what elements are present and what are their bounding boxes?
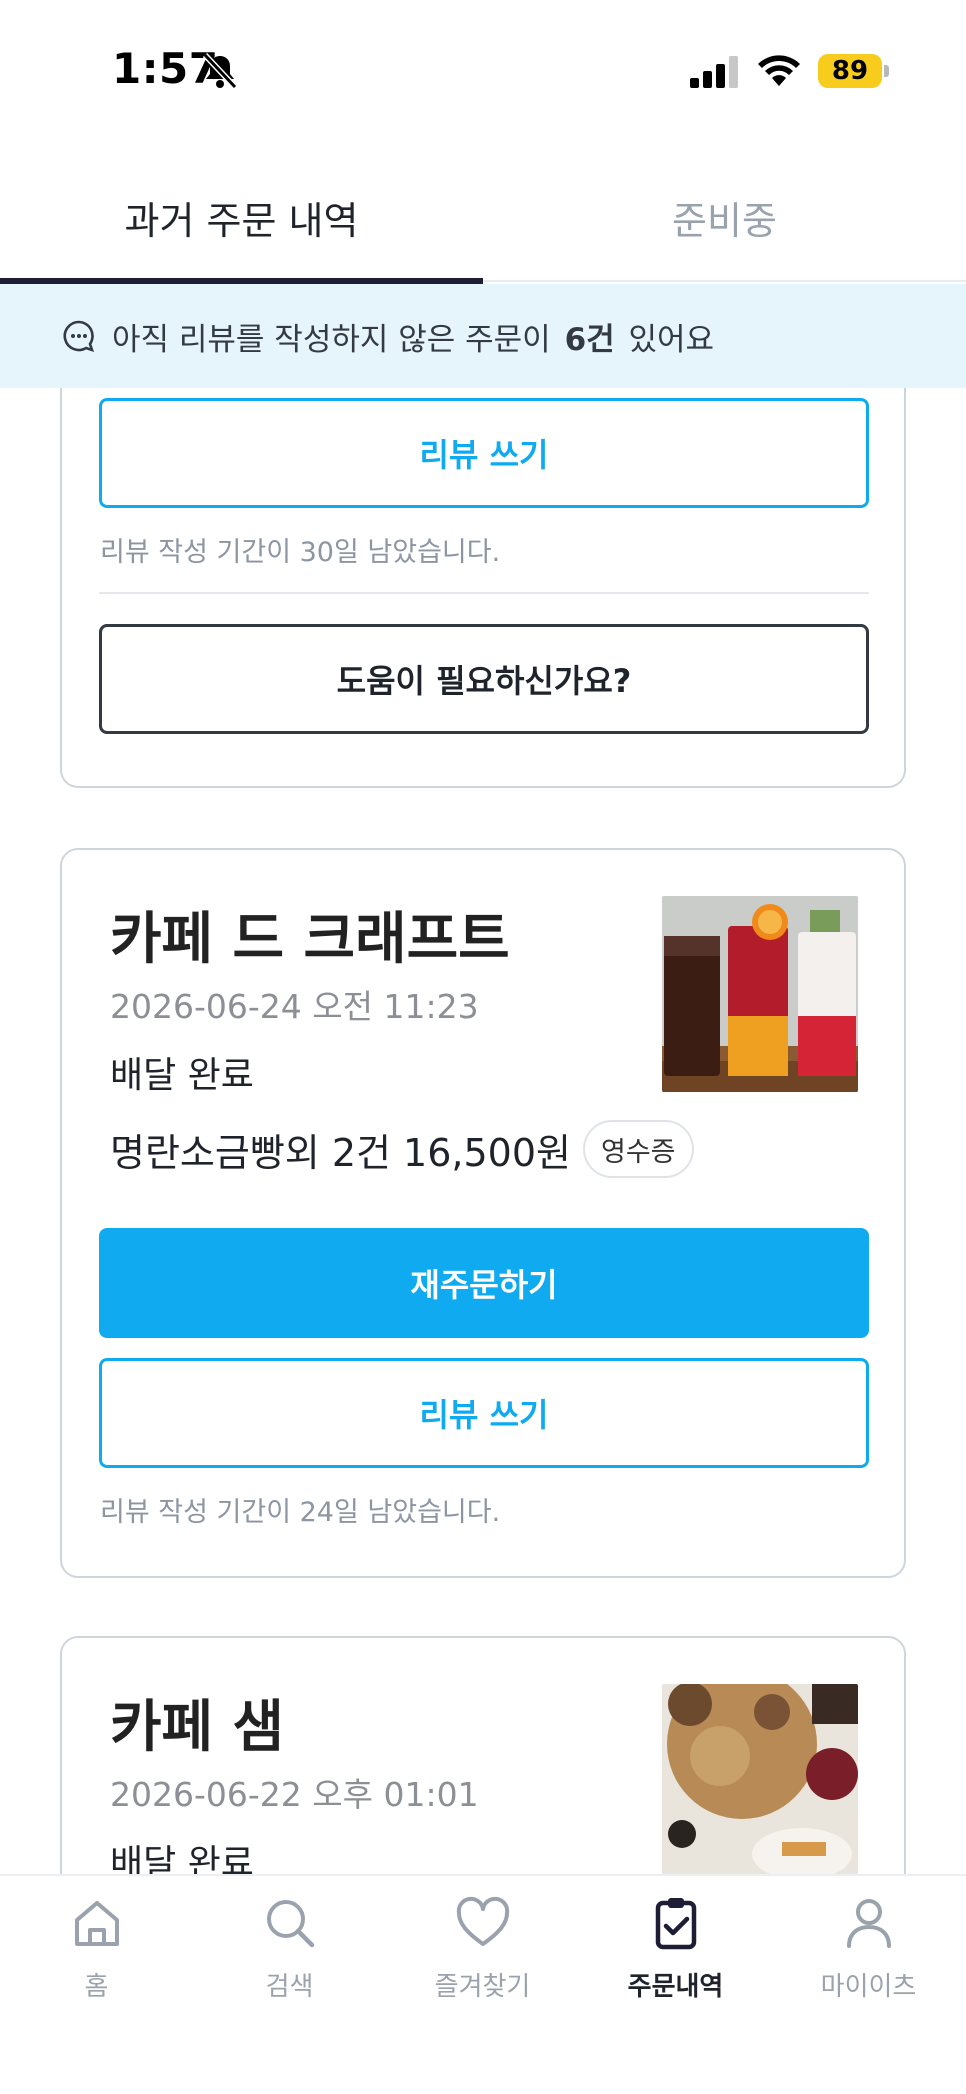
heart-icon — [456, 1896, 509, 1946]
order-status: 배달 완료 — [110, 1055, 254, 1096]
pastries-image — [662, 1684, 858, 1874]
receipt-button[interactable]: 영수증 — [582, 1120, 694, 1178]
nav-label: 홈 — [84, 1972, 109, 2002]
store-name[interactable]: 카페 드 크래프트 — [110, 894, 510, 975]
order-tabs: 과거 주문 내역 준비중 — [0, 150, 966, 284]
nav-my-eats[interactable]: 마이이츠 — [772, 1876, 965, 2026]
order-card: 리뷰 쓰기 리뷰 작성 기간이 30일 남았습니다. 도움이 필요하신가요? — [60, 388, 906, 788]
store-name[interactable]: 카페 샘 — [110, 1682, 284, 1763]
nav-label: 즐겨찾기 — [434, 1972, 531, 2002]
order-status: 배달 완료 — [110, 1843, 254, 1874]
order-date: 2026-06-22 오후 01:01 — [110, 1775, 479, 1814]
tab-past-orders[interactable]: 과거 주문 내역 — [0, 150, 483, 284]
nav-favorites[interactable]: 즐겨찾기 — [386, 1876, 579, 2026]
store-thumbnail-drinks[interactable] — [662, 896, 858, 1092]
nav-label: 주문내역 — [627, 1972, 724, 2002]
nav-search[interactable]: 검색 — [193, 1876, 386, 2026]
signal-icon — [690, 56, 738, 88]
help-button[interactable]: 도움이 필요하신가요? — [99, 624, 869, 734]
bell-off-icon — [202, 52, 238, 90]
nav-home[interactable]: 홈 — [0, 1876, 193, 2026]
store-thumbnail-pastries[interactable] — [662, 1684, 858, 1874]
order-summary: 명란소금빵외 2건 16,500원 — [110, 1130, 571, 1175]
search-icon — [266, 1900, 314, 1948]
nav-label: 마이이츠 — [820, 1972, 917, 2002]
order-list[interactable]: 리뷰 쓰기 리뷰 작성 기간이 30일 남았습니다. 도움이 필요하신가요? 카… — [0, 388, 966, 1874]
review-deadline-note: 리뷰 작성 기간이 30일 남았습니다. — [100, 537, 501, 568]
chat-bubble-icon — [63, 320, 95, 353]
banner-text-suffix: 있어요 — [628, 321, 715, 358]
clipboard-check-icon — [655, 1898, 696, 1950]
banner-text-prefix: 아직 리뷰를 작성하지 않은 주문이 — [112, 321, 551, 358]
card-divider — [99, 592, 869, 594]
tab-preparing[interactable]: 준비중 — [483, 150, 966, 280]
order-card[interactable]: 카페 드 크래프트 2026-06-24 오전 11:23 배달 완료 명란소금… — [60, 848, 906, 1578]
status-bar: 1:57 89 — [0, 0, 966, 140]
person-icon — [846, 1899, 891, 1948]
review-deadline-note: 리뷰 작성 기간이 24일 남았습니다. — [100, 1497, 501, 1528]
banner-count: 6건 — [564, 321, 615, 358]
drinks-image — [662, 896, 858, 1092]
order-date: 2026-06-24 오전 11:23 — [110, 987, 479, 1026]
nav-label: 검색 — [265, 1972, 314, 2002]
wifi-icon — [758, 55, 800, 86]
review-reminder-banner[interactable]: 아직 리뷰를 작성하지 않은 주문이 6건 있어요 — [0, 284, 966, 388]
battery-tip — [884, 65, 889, 77]
battery-level: 89 — [818, 54, 882, 88]
order-summary-row: 명란소금빵외 2건 16,500원 영수증 — [110, 1120, 694, 1178]
bottom-navigation: 홈 검색 즐겨찾기 주문내역 마이이츠 — [0, 1874, 966, 2094]
write-review-button[interactable]: 리뷰 쓰기 — [99, 1358, 869, 1468]
battery-indicator: 89 — [818, 54, 890, 88]
reorder-button[interactable]: 재주문하기 — [99, 1228, 869, 1338]
nav-orders[interactable]: 주문내역 — [579, 1876, 772, 2026]
order-card[interactable]: 카페 샘 2026-06-22 오후 01:01 배달 완료 — [60, 1636, 906, 1874]
home-icon — [74, 1901, 119, 1946]
write-review-button[interactable]: 리뷰 쓰기 — [99, 398, 869, 508]
